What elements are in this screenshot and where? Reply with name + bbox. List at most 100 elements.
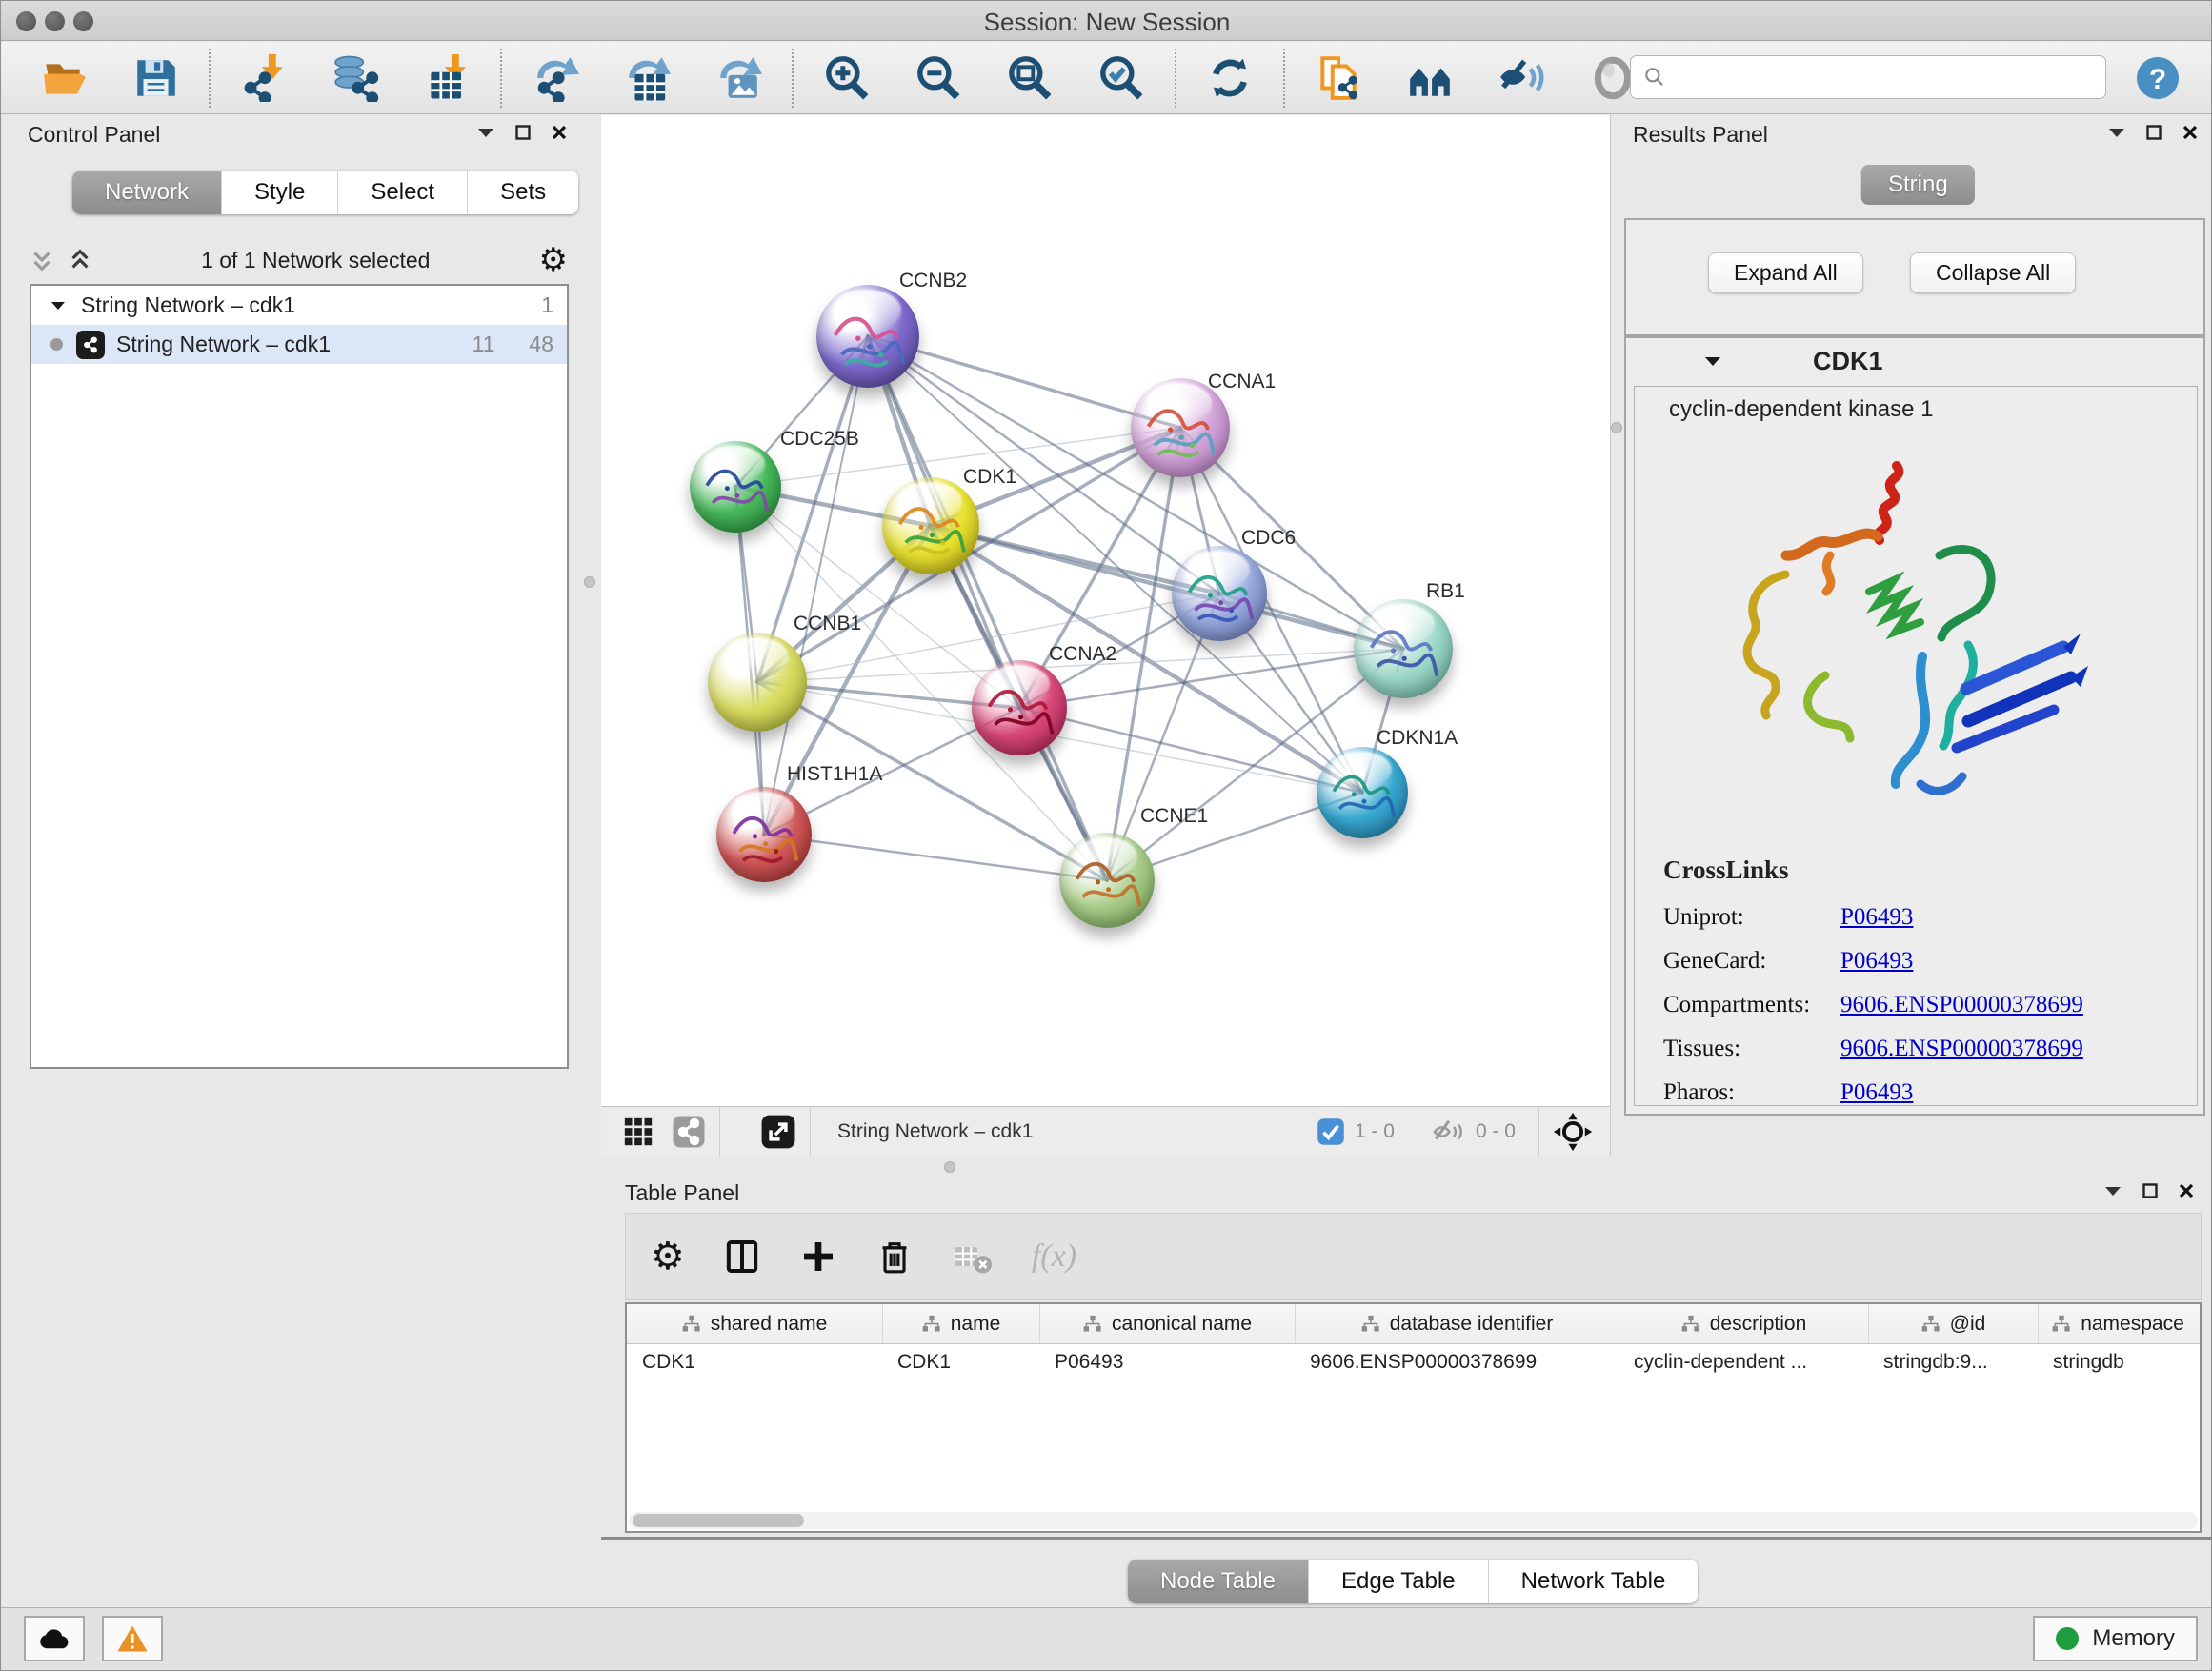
tab-network-table[interactable]: Network Table xyxy=(1488,1560,1699,1603)
float-panel-icon[interactable] xyxy=(2146,125,2162,140)
crosslink-link[interactable]: P06493 xyxy=(1840,904,1913,931)
help-button[interactable]: ? xyxy=(2135,55,2181,101)
expand-all-icon[interactable] xyxy=(30,248,54,272)
network-node-cdk1[interactable] xyxy=(882,477,979,574)
network-node-cdkn1a[interactable] xyxy=(1317,747,1408,838)
close-panel-icon[interactable] xyxy=(2182,125,2198,140)
left-splitter-handle[interactable] xyxy=(584,576,595,588)
search-box[interactable] xyxy=(1630,55,2106,99)
first-neighbors-button[interactable] xyxy=(1405,53,1455,103)
export-network-button[interactable] xyxy=(531,53,580,103)
close-panel-icon[interactable] xyxy=(552,125,567,140)
network-options-gear-icon[interactable]: ⚙ xyxy=(539,244,568,276)
table-cell[interactable]: 9606.ENSP00000378699 xyxy=(1295,1344,1619,1382)
export-image-button[interactable] xyxy=(714,53,763,103)
column-header-name[interactable]: name xyxy=(882,1304,1039,1343)
hscrollbar-thumb[interactable] xyxy=(633,1514,804,1527)
tree-expander-icon[interactable] xyxy=(50,300,66,312)
duplicate-network-button[interactable] xyxy=(1314,53,1363,103)
column-header--id[interactable]: @id xyxy=(1868,1304,2038,1343)
open-session-button[interactable] xyxy=(39,53,89,103)
memory-button[interactable]: Memory xyxy=(2033,1616,2198,1661)
table-hscrollbar[interactable] xyxy=(629,1512,2198,1529)
node-table[interactable]: shared namenamecanonical namedatabase id… xyxy=(625,1302,2202,1533)
panel-menu-icon[interactable] xyxy=(2104,1185,2122,1197)
table-cell[interactable]: CDK1 xyxy=(882,1344,1039,1382)
column-header-description[interactable]: description xyxy=(1619,1304,1868,1343)
selected-checkbox-icon[interactable] xyxy=(1317,1117,1345,1146)
delete-column-icon[interactable] xyxy=(875,1238,914,1276)
open-in-window-icon[interactable] xyxy=(760,1114,796,1150)
network-node-ccnb1[interactable] xyxy=(708,633,807,732)
network-edge[interactable] xyxy=(931,526,1403,649)
import-from-database-button[interactable] xyxy=(331,53,380,103)
network-node-cdc25b[interactable] xyxy=(690,441,781,533)
tab-network[interactable]: Network xyxy=(72,171,221,214)
tab-node-table[interactable]: Node Table xyxy=(1128,1560,1308,1603)
expand-all-button[interactable]: Expand All xyxy=(1708,252,1863,293)
search-input[interactable] xyxy=(1667,58,2105,96)
network-edge[interactable] xyxy=(868,336,1107,880)
table-options-gear-icon[interactable]: ⚙ xyxy=(651,1238,685,1276)
column-header-namespace[interactable]: namespace xyxy=(2038,1304,2198,1343)
show-columns-icon[interactable] xyxy=(723,1238,761,1276)
apply-layout-button[interactable] xyxy=(1205,53,1255,103)
tab-sets[interactable]: Sets xyxy=(467,171,578,214)
network-node-hist1h1a[interactable] xyxy=(716,787,812,882)
grid-view-icon[interactable] xyxy=(622,1116,654,1148)
network-node-cdc6[interactable] xyxy=(1172,546,1267,641)
crosslink-link[interactable]: 9606.ENSP00000378699 xyxy=(1840,1036,2083,1062)
column-header-shared-name[interactable]: shared name xyxy=(627,1304,882,1343)
zoom-fit-button[interactable] xyxy=(1005,53,1055,103)
tab-select[interactable]: Select xyxy=(337,171,467,214)
table-cell[interactable]: stringdb xyxy=(2038,1344,2198,1382)
float-panel-icon[interactable] xyxy=(515,125,531,140)
network-node-ccne1[interactable] xyxy=(1059,833,1155,928)
table-row[interactable]: CDK1CDK1P064939606.ENSP00000378699cyclin… xyxy=(627,1344,2200,1382)
network-node-ccnb2[interactable] xyxy=(816,285,919,388)
panel-menu-icon[interactable] xyxy=(2108,127,2125,138)
column-header-canonical-name[interactable]: canonical name xyxy=(1039,1304,1295,1343)
collapse-all-icon[interactable] xyxy=(68,248,92,272)
tab-style[interactable]: Style xyxy=(221,171,337,214)
result-entry-header[interactable]: CDK1 xyxy=(1626,338,2203,384)
crosslink-link[interactable]: P06493 xyxy=(1840,948,1913,975)
column-header-database-identifier[interactable]: database identifier xyxy=(1295,1304,1619,1343)
import-table-button[interactable] xyxy=(422,53,472,103)
export-table-button[interactable] xyxy=(622,53,672,103)
entry-expander-icon[interactable] xyxy=(1704,355,1721,368)
network-edge[interactable] xyxy=(764,835,1107,880)
warning-button[interactable] xyxy=(102,1616,163,1661)
hide-selected-button[interactable] xyxy=(1497,53,1546,103)
zoom-out-button[interactable] xyxy=(914,53,963,103)
network-collection-row[interactable]: String Network – cdk1 1 xyxy=(31,286,567,325)
float-panel-icon[interactable] xyxy=(2142,1183,2158,1198)
table-cell[interactable]: stringdb:9... xyxy=(1868,1344,2038,1382)
network-view-icon[interactable] xyxy=(672,1115,706,1149)
import-network-button[interactable] xyxy=(239,53,289,103)
cloud-button[interactable] xyxy=(24,1616,85,1661)
delete-table-icon[interactable] xyxy=(952,1238,994,1276)
network-canvas[interactable]: CCNB2CCNA1CDC25BCDK1CDC6RB1CCNB1CCNA2CDK… xyxy=(601,115,1611,1106)
function-builder-icon[interactable]: f(x) xyxy=(1032,1238,1076,1275)
zoom-in-button[interactable] xyxy=(822,53,872,103)
crosslink-link[interactable]: 9606.ENSP00000378699 xyxy=(1840,992,2083,1018)
birds-eye-view-icon[interactable] xyxy=(1553,1112,1593,1152)
add-column-icon[interactable] xyxy=(799,1238,837,1276)
horizontal-splitter-handle[interactable] xyxy=(944,1161,955,1173)
crosslink-link[interactable]: P06493 xyxy=(1840,1079,1913,1106)
table-cell[interactable]: P06493 xyxy=(1039,1344,1295,1382)
network-edge[interactable] xyxy=(764,336,868,835)
network-row[interactable]: String Network – cdk1 11 48 xyxy=(31,325,567,364)
panel-menu-icon[interactable] xyxy=(477,127,494,138)
network-node-ccna2[interactable] xyxy=(972,660,1067,755)
right-splitter-handle[interactable] xyxy=(1611,422,1622,433)
tab-edge-table[interactable]: Edge Table xyxy=(1308,1560,1488,1603)
collapse-all-button[interactable]: Collapse All xyxy=(1910,252,2076,293)
table-cell[interactable]: CDK1 xyxy=(627,1344,882,1382)
network-node-rb1[interactable] xyxy=(1354,599,1453,698)
close-panel-icon[interactable] xyxy=(2179,1183,2194,1198)
save-session-button[interactable] xyxy=(131,53,180,103)
tab-string[interactable]: String xyxy=(1860,165,1975,205)
table-cell[interactable]: cyclin-dependent ... xyxy=(1619,1344,1868,1382)
